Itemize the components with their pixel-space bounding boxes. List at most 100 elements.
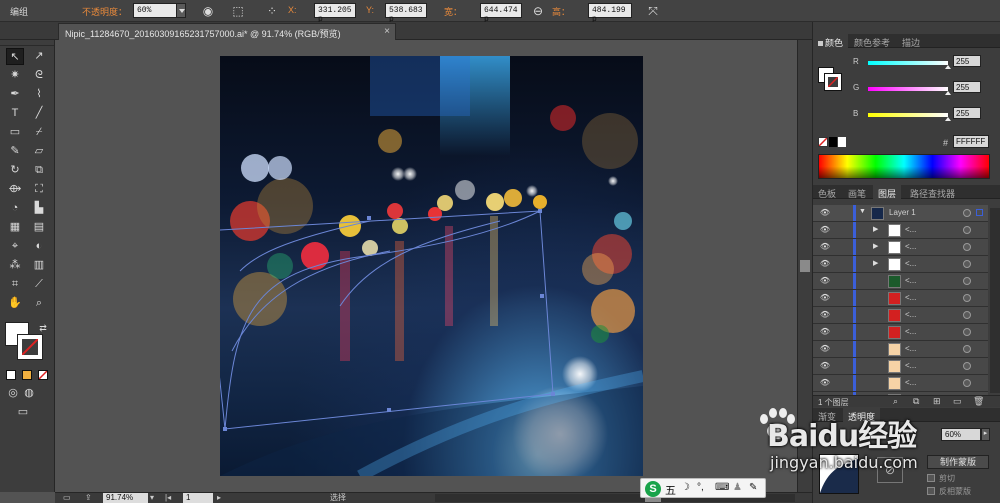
- sublayer-row[interactable]: 👁 ▶ <...: [813, 256, 988, 273]
- target-icon[interactable]: [963, 209, 971, 217]
- rectangle-tool-icon[interactable]: ▭: [6, 124, 24, 141]
- y-input[interactable]: 538.683 p: [385, 3, 427, 24]
- none-mode-icon[interactable]: [38, 370, 48, 380]
- gradient-tool-icon[interactable]: ▤: [30, 219, 48, 236]
- swap-fill-stroke-icon[interactable]: ⇄: [34, 320, 52, 337]
- ime-logo-icon[interactable]: S: [645, 481, 661, 497]
- height-input[interactable]: 484.199 p: [588, 3, 632, 24]
- sublayer-name[interactable]: <...: [905, 378, 916, 387]
- white-swatch[interactable]: [838, 137, 846, 147]
- target-icon[interactable]: [963, 226, 971, 234]
- tab-pathfinder[interactable]: 路径查找器: [905, 185, 960, 199]
- target-icon[interactable]: [963, 328, 971, 336]
- recolor-icon[interactable]: ◉: [200, 3, 216, 19]
- sublayer-name[interactable]: <...: [905, 344, 916, 353]
- red-slider[interactable]: R 255: [853, 55, 993, 69]
- eye-icon[interactable]: 👁: [819, 310, 831, 320]
- color-stroke-swatch[interactable]: [824, 73, 842, 91]
- ime-toolbar[interactable]: S 五 ☽ °, ⌨ ♟ ✎: [640, 478, 766, 498]
- sublayer-row[interactable]: 👁 ▶ <...: [813, 222, 988, 239]
- slice-tool-icon[interactable]: ⟋: [30, 276, 48, 293]
- new-layer-icon[interactable]: ▭: [953, 396, 962, 407]
- eye-icon[interactable]: 👁: [819, 276, 831, 286]
- eye-icon[interactable]: 👁: [819, 344, 831, 354]
- transparency-opacity-input[interactable]: 60%: [941, 428, 981, 441]
- symbol-sprayer-tool-icon[interactable]: ⁂: [6, 257, 24, 274]
- x-input[interactable]: 331.205 p: [314, 3, 356, 24]
- tab-swatches[interactable]: 色板: [813, 185, 841, 199]
- sublayer-name[interactable]: <...: [905, 276, 916, 285]
- expand-icon[interactable]: ▶: [873, 259, 878, 267]
- sublayer-row[interactable]: 👁 <...: [813, 307, 988, 324]
- clip-checkbox[interactable]: [927, 474, 935, 482]
- layers-list[interactable]: 👁 ▼ Layer 1 👁 ▶ <... 👁 ▶ <... 👁 ▶ <... 👁 <... 👁 <...…: [813, 205, 990, 395]
- sublayer-row[interactable]: 👁 <...: [813, 324, 988, 341]
- hand-tool-icon[interactable]: ✋: [6, 295, 24, 312]
- selection-outline[interactable]: [220, 56, 643, 476]
- draw-behind-icon[interactable]: ◍: [20, 385, 38, 402]
- free-transform-tool-icon[interactable]: ⛶: [30, 181, 48, 198]
- target-icon[interactable]: [963, 345, 971, 353]
- moon-icon[interactable]: ☽: [681, 482, 690, 493]
- scale-tool-icon[interactable]: ⧉: [30, 162, 48, 179]
- status-icon[interactable]: ▭: [63, 493, 71, 502]
- color-mode-icon[interactable]: [6, 370, 16, 380]
- target-icon[interactable]: [963, 277, 971, 285]
- color-spectrum[interactable]: [818, 154, 990, 179]
- line-tool-icon[interactable]: ╱: [30, 105, 48, 122]
- target-icon[interactable]: [963, 260, 971, 268]
- green-slider[interactable]: G 255: [853, 81, 993, 95]
- toolbox-grip[interactable]: [0, 40, 54, 46]
- tab-color-guide[interactable]: 颜色参考: [849, 34, 895, 48]
- none-swatch[interactable]: [818, 137, 828, 147]
- canvas[interactable]: [55, 40, 797, 492]
- tab-brushes[interactable]: 画笔: [843, 185, 871, 199]
- eraser-tool-icon[interactable]: ▱: [30, 143, 48, 160]
- zoom-input[interactable]: 91.74%: [103, 493, 148, 503]
- eye-icon[interactable]: 👁: [819, 259, 831, 269]
- screen-mode-icon[interactable]: ▭: [14, 404, 32, 421]
- perspective-grid-tool-icon[interactable]: ▙: [30, 200, 48, 217]
- user-icon[interactable]: ♟: [733, 482, 742, 493]
- eye-icon[interactable]: 👁: [819, 225, 831, 235]
- stroke-swatch[interactable]: [17, 334, 43, 360]
- transform-icon[interactable]: ⤧: [645, 3, 661, 19]
- g-value-input[interactable]: 255: [953, 81, 981, 93]
- first-page-icon[interactable]: |◂: [165, 493, 171, 502]
- b-value-input[interactable]: 255: [953, 107, 981, 119]
- curvature-tool-icon[interactable]: ⌇: [30, 86, 48, 103]
- black-swatch[interactable]: [829, 137, 837, 147]
- delete-layer-icon[interactable]: 🗑: [973, 396, 984, 407]
- target-icon[interactable]: [963, 294, 971, 302]
- sublayer-row[interactable]: 👁 <...: [813, 375, 988, 392]
- type-tool-icon[interactable]: T: [6, 105, 24, 122]
- target-icon[interactable]: [963, 311, 971, 319]
- opacity-dropdown[interactable]: [176, 3, 186, 18]
- hex-input[interactable]: FFFFFF: [953, 135, 989, 148]
- sublayer-row[interactable]: 👁 <...: [813, 290, 988, 307]
- zoom-tool-icon[interactable]: ⌕: [30, 295, 48, 312]
- sublayer-name[interactable]: <...: [905, 361, 916, 370]
- sublayer-row[interactable]: 👁 <...: [813, 358, 988, 375]
- export-icon[interactable]: ⇪: [85, 493, 92, 502]
- target-icon[interactable]: [963, 243, 971, 251]
- shape-builder-tool-icon[interactable]: ◔: [6, 200, 24, 217]
- align-to-icon[interactable]: ⬚: [230, 3, 246, 19]
- blend-tool-icon[interactable]: ◐: [30, 238, 48, 255]
- eye-icon[interactable]: 👁: [819, 293, 831, 303]
- next-page-icon[interactable]: ▸: [217, 493, 221, 502]
- direct-selection-tool-icon[interactable]: ↗: [30, 48, 48, 65]
- new-sublayer-icon[interactable]: ⊞: [933, 396, 941, 407]
- opacity-label[interactable]: 不透明度：: [82, 5, 127, 18]
- selection-tool-icon[interactable]: ↖: [6, 48, 24, 65]
- tab-color[interactable]: 颜色: [813, 34, 849, 48]
- document-tab[interactable]: Nipic_11284670_20160309165231757000.ai* …: [58, 23, 396, 40]
- layer-row[interactable]: 👁 ▼ Layer 1: [813, 205, 988, 222]
- expand-icon[interactable]: ▶: [873, 242, 878, 250]
- zoom-dropdown-icon[interactable]: ▾: [150, 493, 154, 502]
- expand-icon[interactable]: ▼: [859, 208, 866, 215]
- sublayer-name[interactable]: <...: [905, 225, 916, 234]
- eye-icon[interactable]: 👁: [819, 208, 831, 218]
- pen-tool-icon[interactable]: ✒: [6, 86, 24, 103]
- punctuation-icon[interactable]: °,: [697, 482, 704, 493]
